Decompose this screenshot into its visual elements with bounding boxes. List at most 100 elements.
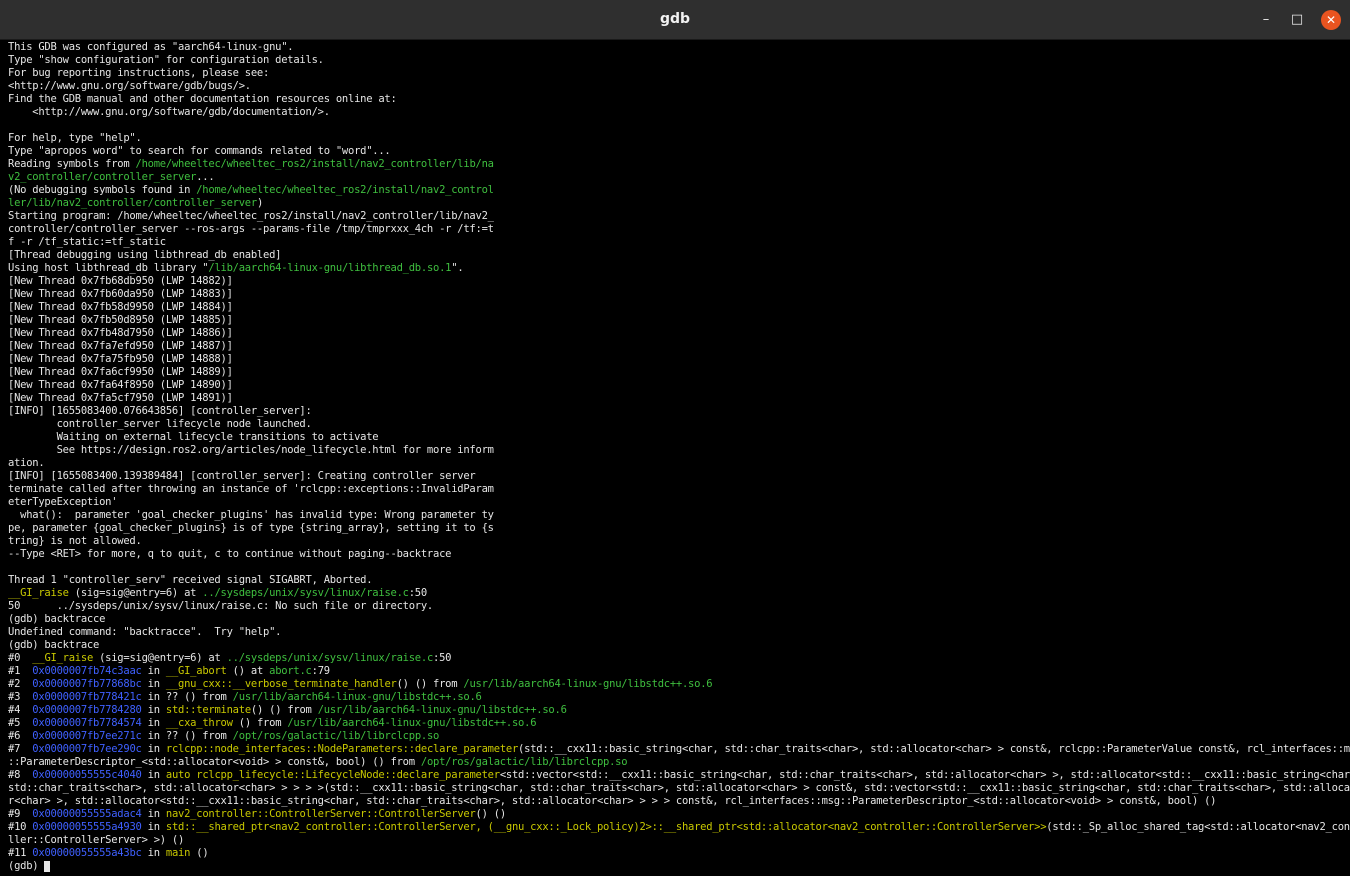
terminal-line: #2 0x0000007fb77868bc in __gnu_cxx::__ve…: [8, 678, 1350, 691]
terminal-line: (gdb): [8, 860, 1350, 873]
title-bar[interactable]: gdb – □ ✕: [0, 0, 1350, 40]
terminal-text: v2_controller/controller_server: [8, 171, 197, 183]
terminal-line: Reading symbols from /home/wheeltec/whee…: [8, 158, 1350, 171]
terminal-text: what(): parameter 'goal_checker_plugins'…: [8, 509, 494, 521]
terminal-line: [New Thread 0x7fb68db950 (LWP 14882)]: [8, 275, 1350, 288]
terminal-line: [INFO] [1655083400.076643856] [controlle…: [8, 405, 1350, 418]
terminal-text: 0x0000007fb7784574: [32, 717, 142, 729]
terminal-line: <http://www.gnu.org/software/gdb/bugs/>.: [8, 80, 1350, 93]
terminal-line: v2_controller/controller_server...: [8, 171, 1350, 184]
terminal-text: Thread 1 "controller_serv" received sign…: [8, 574, 373, 586]
terminal-line: For bug reporting instructions, please s…: [8, 67, 1350, 80]
terminal-text: #4: [8, 704, 33, 716]
terminal-line: ler/lib/nav2_controller/controller_serve…: [8, 197, 1350, 210]
terminal-text: #6: [8, 730, 33, 742]
gdb-terminal-window: gdb – □ ✕ This GDB was configured as "aa…: [0, 0, 1350, 876]
terminal-text: [INFO] [1655083400.139389484] [controlle…: [8, 470, 476, 482]
terminal-line: [New Thread 0x7fa75fb950 (LWP 14888)]: [8, 353, 1350, 366]
terminal-text: (): [190, 847, 209, 859]
terminal-text: (gdb) backtrace: [8, 639, 100, 651]
terminal-line: std::char_traits<char>, std::allocator<c…: [8, 782, 1350, 795]
terminal-text: pe, parameter {goal_checker_plugins} is …: [8, 522, 494, 534]
terminal-text: nav2_controller::ControllerServer::Contr…: [165, 808, 476, 820]
terminal-line: r<char> >, std::allocator<std::__cxx11::…: [8, 795, 1350, 808]
terminal-line: what(): parameter 'goal_checker_plugins'…: [8, 509, 1350, 522]
terminal-text: --Type <RET> for more, q to quit, c to c…: [8, 548, 452, 560]
terminal-text: (sig=sig@entry=6) at: [93, 652, 227, 664]
terminal-text: terminate called after throwing an insta…: [8, 483, 494, 495]
terminal-text: ../sysdeps/unix/sysv/linux/raise.c: [226, 652, 434, 664]
terminal-text: <http://www.gnu.org/software/gdb/bugs/>.: [8, 80, 251, 92]
terminal-text: controller_server lifecycle node launche…: [8, 418, 312, 430]
terminal-text: __GI_raise: [32, 652, 94, 664]
terminal-text: in: [141, 743, 166, 755]
terminal-line: #8 0x00000055555c4040 in auto rclcpp_lif…: [8, 769, 1350, 782]
terminal-text: ller::ControllerServer> >) (): [8, 834, 185, 846]
terminal-text: [New Thread 0x7fb58d9950 (LWP 14884)]: [8, 301, 233, 313]
maximize-button[interactable]: □: [1287, 10, 1307, 30]
terminal-text: in: [141, 821, 166, 833]
terminal-line: [New Thread 0x7fa64f8950 (LWP 14890)]: [8, 379, 1350, 392]
terminal-text: in: [141, 769, 166, 781]
terminal-line: ation.: [8, 457, 1350, 470]
terminal-text: std::char_traits<char>, std::allocator<c…: [8, 782, 1350, 794]
terminal-text: eterTypeException': [8, 496, 118, 508]
terminal-text: in: [141, 847, 166, 859]
terminal-line: [New Thread 0x7fb60da950 (LWP 14883)]: [8, 288, 1350, 301]
terminal-line: [New Thread 0x7fb48d7950 (LWP 14886)]: [8, 327, 1350, 340]
terminal-line: For help, type "help".: [8, 132, 1350, 145]
terminal-text: <http://www.gnu.org/software/gdb/documen…: [8, 106, 330, 118]
terminal-text: __GI_abort: [165, 665, 227, 677]
terminal-text: rclcpp::node_interfaces::NodeParameters:…: [165, 743, 519, 755]
terminal-line: (gdb) backtracce: [8, 613, 1350, 626]
terminal-text: in: [141, 808, 166, 820]
terminal-text: in: [141, 717, 166, 729]
terminal-text: Starting program: /home/wheeltec/wheelte…: [8, 210, 494, 222]
terminal-text: 50 ../sysdeps/unix/sysv/linux/raise.c: N…: [8, 600, 434, 612]
text-cursor: [44, 860, 51, 872]
terminal-text: in: [141, 678, 166, 690]
terminal-text: This GDB was configured as "aarch64-linu…: [8, 41, 294, 53]
terminal-line: Waiting on external lifecycle transition…: [8, 431, 1350, 444]
terminal-text: 0x0000007fb778421c: [32, 691, 142, 703]
terminal-text: [New Thread 0x7fb48d7950 (LWP 14886)]: [8, 327, 233, 339]
window-title: gdb: [659, 11, 691, 27]
terminal-text: () (): [475, 808, 507, 820]
terminal-text: ../sysdeps/unix/sysv/linux/raise.c: [202, 587, 409, 599]
terminal-line: ller::ControllerServer> >) (): [8, 834, 1350, 847]
terminal-text: #5: [8, 717, 33, 729]
terminal-line: --Type <RET> for more, q to quit, c to c…: [8, 548, 1350, 561]
terminal-text: ".: [451, 262, 464, 274]
terminal-text: [INFO] [1655083400.076643856] [controlle…: [8, 405, 312, 417]
terminal-text: in ?? () from: [141, 730, 233, 742]
terminal-text: #10: [8, 821, 33, 833]
terminal-text: #0: [8, 652, 33, 664]
terminal-line: #10 0x00000055555a4930 in std::__shared_…: [8, 821, 1350, 834]
terminal-text: in ?? () from: [141, 691, 233, 703]
close-button[interactable]: ✕: [1321, 10, 1341, 30]
terminal-output[interactable]: This GDB was configured as "aarch64-linu…: [8, 41, 1350, 876]
terminal-text: :50: [408, 587, 427, 599]
terminal-text: () () from: [396, 678, 464, 690]
terminal-text: () from: [232, 717, 288, 729]
terminal-text: ation.: [8, 457, 45, 469]
terminal-text: See https://design.ros2.org/articles/nod…: [8, 444, 494, 456]
terminal-line: f -r /tf_static:=tf_static: [8, 236, 1350, 249]
terminal-text: /usr/lib/aarch64-linux-gnu/libstdc++.so.…: [463, 678, 713, 690]
terminal-line: This GDB was configured as "aarch64-linu…: [8, 41, 1350, 54]
terminal-text: () () from: [250, 704, 318, 716]
terminal-text: #7: [8, 743, 33, 755]
terminal-text: #1: [8, 665, 33, 677]
terminal-text: 0x0000007fb74c3aac: [32, 665, 142, 677]
terminal-text: tring} is not allowed.: [8, 535, 142, 547]
minimize-button[interactable]: –: [1256, 10, 1276, 30]
terminal-text: 0x0000007fb7ee290c: [32, 743, 142, 755]
terminal-line: controller/controller_server --ros-args …: [8, 223, 1350, 236]
terminal-text: /usr/lib/aarch64-linux-gnu/libstdc++.so.…: [287, 717, 537, 729]
terminal-line: Type "show configuration" for configurat…: [8, 54, 1350, 67]
terminal-text: Waiting on external lifecycle transition…: [8, 431, 379, 443]
terminal-text: ...: [196, 171, 215, 183]
terminal-line: eterTypeException': [8, 496, 1350, 509]
terminal-text: Find the GDB manual and other documentat…: [8, 93, 397, 105]
terminal-line: tring} is not allowed.: [8, 535, 1350, 548]
